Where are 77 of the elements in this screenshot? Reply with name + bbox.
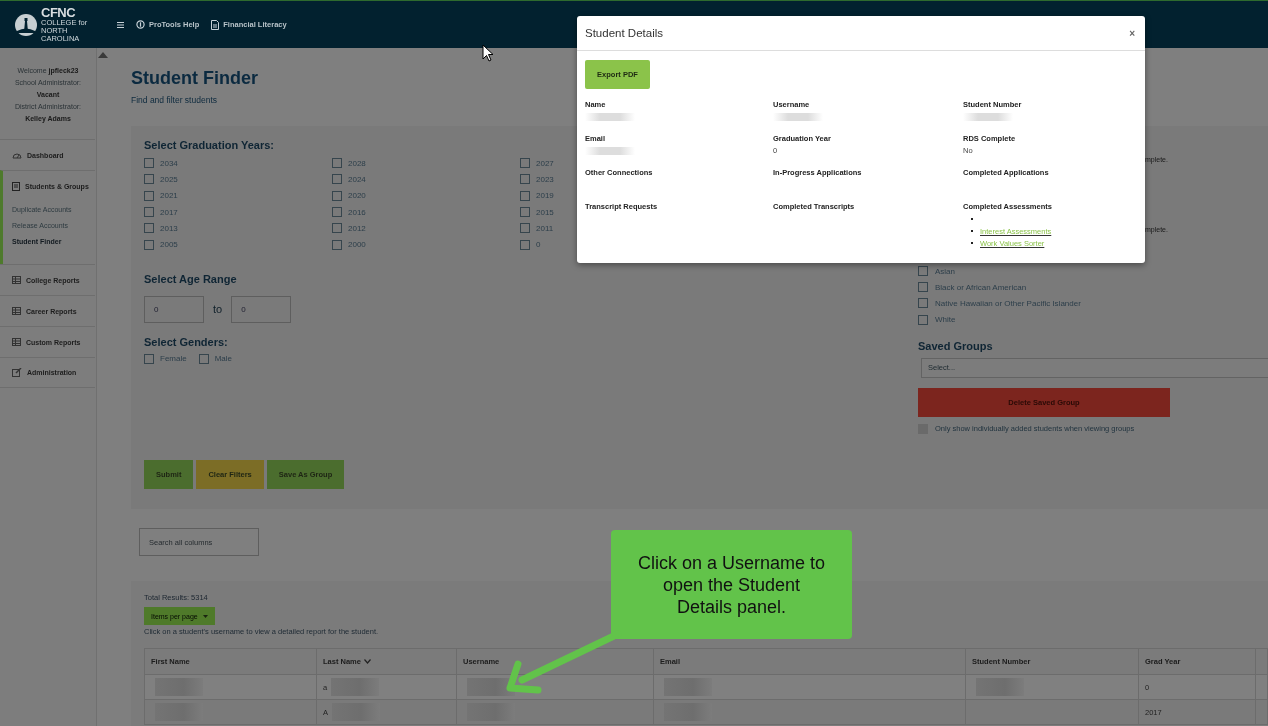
checkbox-label: 2028 <box>348 158 366 168</box>
checkbox-label: Male <box>214 354 233 364</box>
document-icon <box>211 19 220 30</box>
checkbox[interactable] <box>520 207 530 218</box>
cursor-icon <box>482 44 494 62</box>
checkbox-label: 2034 <box>160 158 178 168</box>
checkbox-label: 2019 <box>536 191 554 201</box>
checkbox-label: 2027 <box>536 158 554 168</box>
checkbox-label: Asian <box>935 266 955 276</box>
table-icon <box>12 276 21 284</box>
checkbox-label: 2000 <box>348 240 366 250</box>
redacted-bar <box>585 113 635 121</box>
scroll-up-icon[interactable] <box>98 52 108 58</box>
checkbox-label: 2015 <box>536 207 554 217</box>
table-icon <box>12 307 21 315</box>
checkbox[interactable] <box>918 298 928 309</box>
checkbox[interactable] <box>144 174 154 185</box>
checkbox[interactable] <box>144 353 154 364</box>
checkbox-label: 2024 <box>348 174 366 184</box>
checkbox[interactable] <box>144 207 154 218</box>
checkbox-label: 2020 <box>348 191 366 201</box>
checkbox[interactable] <box>144 158 154 169</box>
age-from-field[interactable]: 0 <box>144 295 204 323</box>
checkbox[interactable] <box>332 158 342 169</box>
section-heading: Select Age Range <box>144 272 237 285</box>
checkbox[interactable] <box>332 174 342 185</box>
id-card-icon <box>12 182 20 191</box>
chevron-down-icon <box>363 659 371 664</box>
callout-text: Click on a Username to open the Student Details panel. <box>636 551 827 618</box>
table-icon <box>12 338 21 346</box>
logo-title: CFNC <box>41 6 77 19</box>
page-subtitle: Find and filter students <box>131 95 217 105</box>
checkbox[interactable] <box>332 239 342 250</box>
checkbox[interactable] <box>520 190 530 201</box>
checkbox-label: 2021 <box>160 191 178 201</box>
section-heading: Select Graduation Years: <box>144 139 275 151</box>
checkbox-label: 2013 <box>160 223 178 233</box>
section-heading: Saved Groups <box>918 339 994 352</box>
checkbox[interactable] <box>918 282 928 293</box>
page-title: Student Finder <box>131 67 258 89</box>
redacted-bar <box>963 113 1013 121</box>
checkbox-label: 2023 <box>536 174 554 184</box>
checkbox-label: 2016 <box>348 207 366 217</box>
modal-title: Student Details <box>585 27 663 39</box>
checkbox-label: 2025 <box>160 174 178 184</box>
checkbox[interactable] <box>332 207 342 218</box>
close-button[interactable]: × <box>1127 27 1137 39</box>
checkbox[interactable] <box>520 158 530 169</box>
checkbox[interactable] <box>144 239 154 250</box>
checkbox-label: Black or African American <box>935 282 1027 292</box>
redacted-bar <box>585 147 635 155</box>
checkbox[interactable] <box>918 314 928 325</box>
checkbox[interactable] <box>144 223 154 234</box>
checkbox[interactable] <box>520 223 530 234</box>
checkbox-label: Female <box>160 354 187 364</box>
info-icon <box>136 20 145 29</box>
range-separator: to <box>213 303 223 316</box>
checkbox-label: White <box>935 315 956 325</box>
checkbox-label: 2005 <box>160 240 178 250</box>
checkbox[interactable] <box>520 174 530 185</box>
redacted-bar <box>773 113 823 121</box>
checkbox-label: 2017 <box>160 207 178 217</box>
menu-icon[interactable] <box>117 21 124 28</box>
checkbox[interactable] <box>332 223 342 234</box>
checkbox[interactable] <box>332 190 342 201</box>
edit-icon <box>12 368 22 377</box>
checkbox[interactable] <box>520 239 530 250</box>
checkbox-label: 2012 <box>348 223 366 233</box>
section-heading: Select Genders: <box>144 335 228 348</box>
checkbox[interactable] <box>198 353 209 364</box>
caret-icon <box>202 614 208 618</box>
checkbox[interactable] <box>918 266 928 277</box>
logo-icon <box>14 12 38 37</box>
checkbox-label: 2011 <box>536 223 554 233</box>
checkbox-label: Native Hawaiian or Other Pacific Islander <box>935 298 1081 308</box>
gauge-icon <box>12 150 22 160</box>
checkbox[interactable] <box>144 190 154 201</box>
